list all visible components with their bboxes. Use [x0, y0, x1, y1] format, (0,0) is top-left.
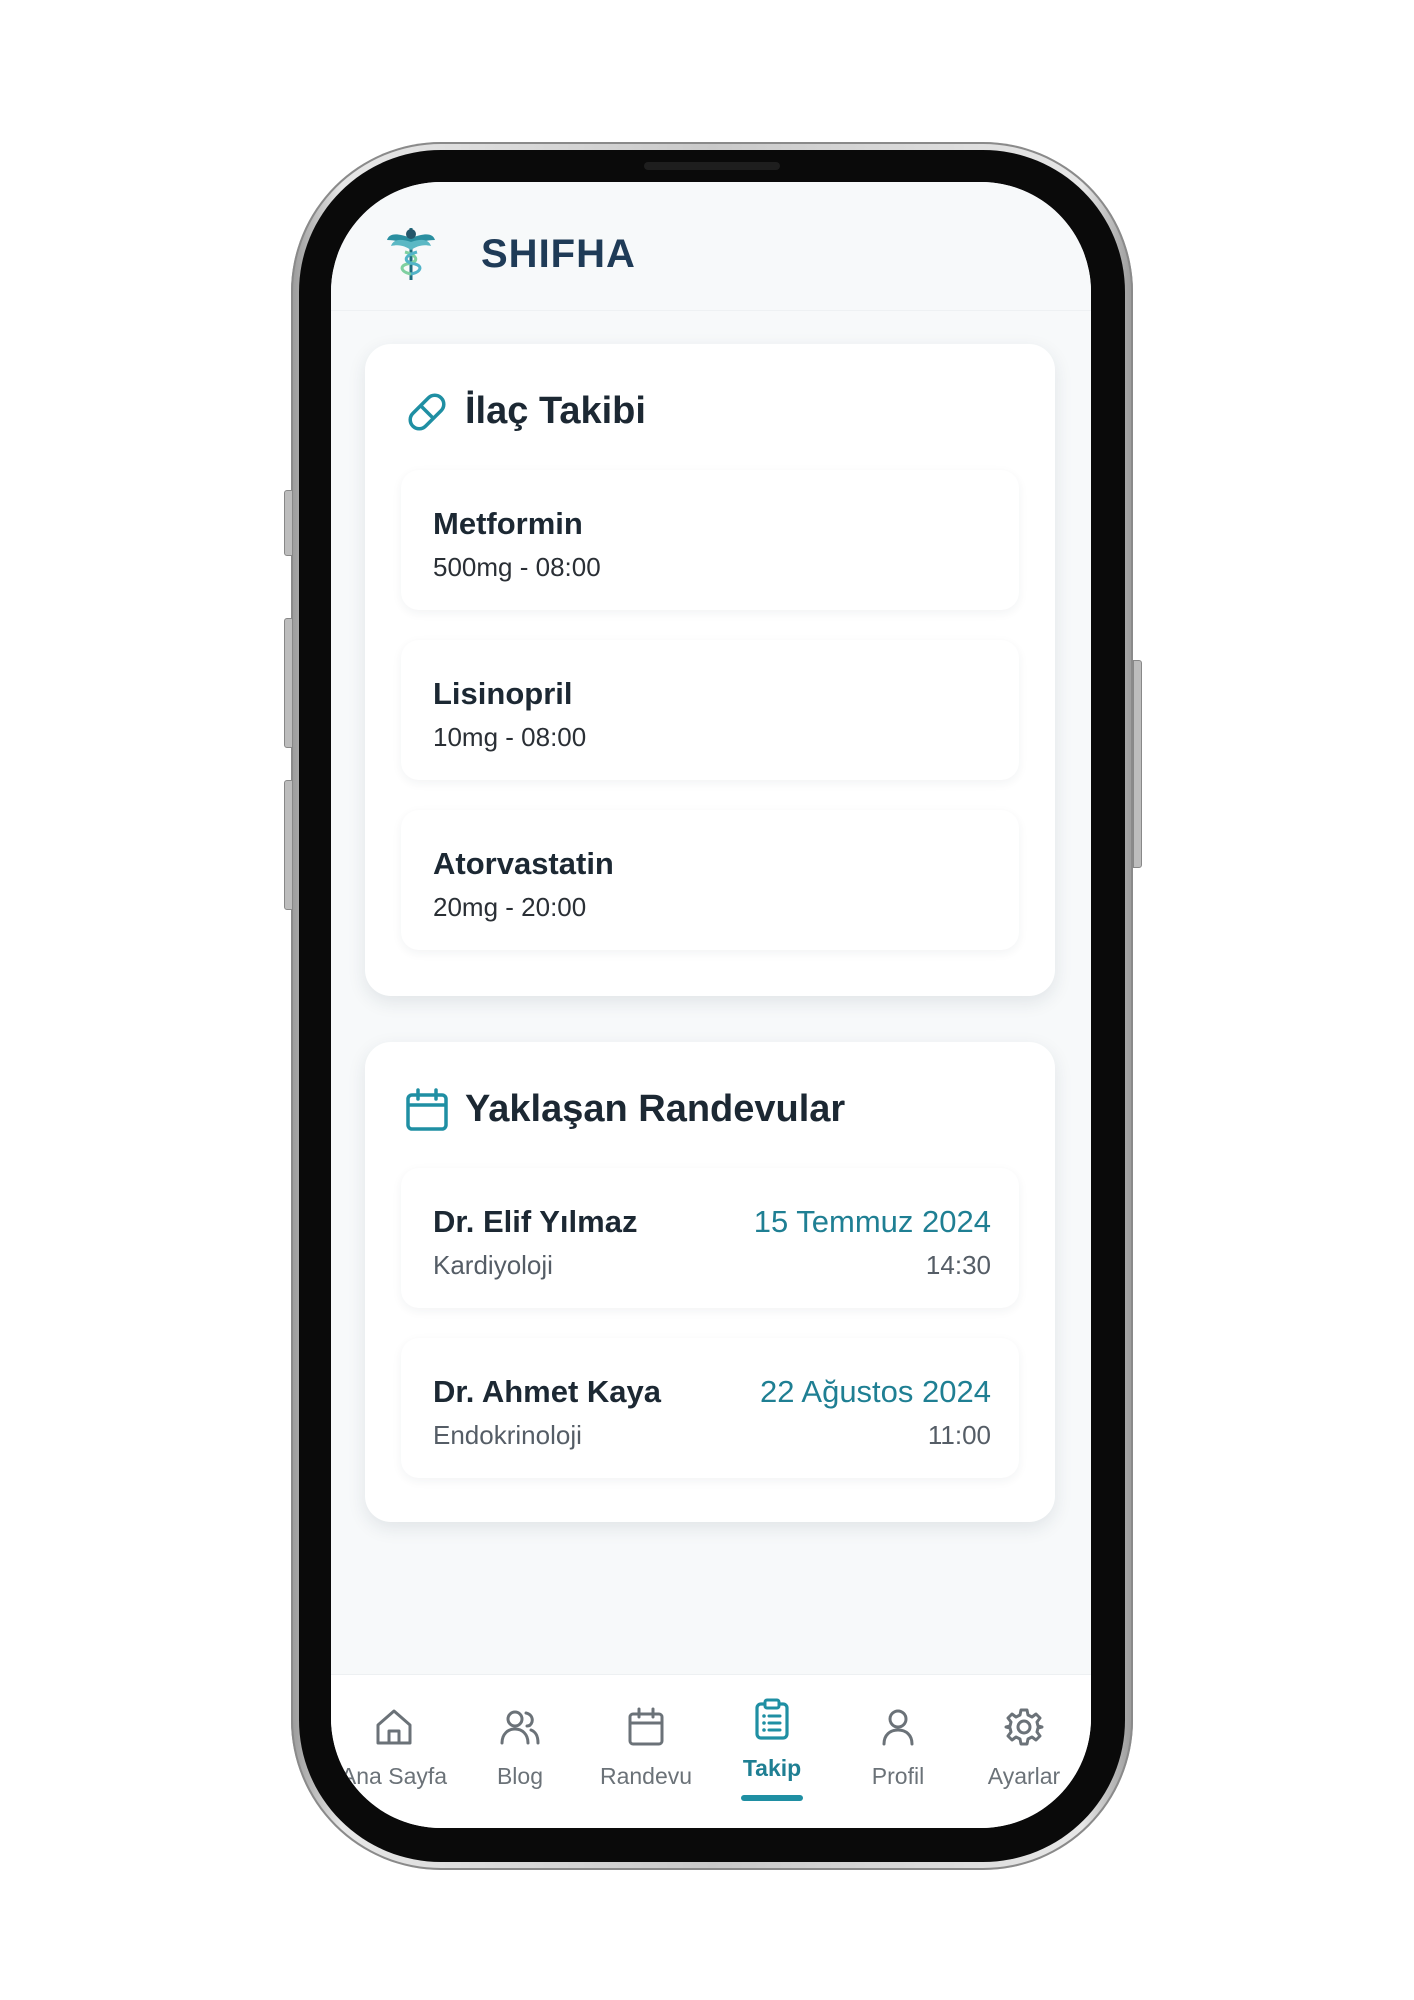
appointments-card: Yaklaşan Randevular Dr. Elif Yılmaz Kard…: [365, 1042, 1055, 1522]
calendar-icon: [628, 1707, 664, 1746]
nav-item-takip[interactable]: Takip: [709, 1675, 835, 1828]
medication-dose-time: 10mg - 08:00: [433, 722, 587, 752]
app-header: SHIFHA: [331, 182, 1091, 311]
appointment-time: 14:30: [925, 1250, 991, 1280]
user-icon: [882, 1709, 914, 1746]
medication-name: Lisinopril: [433, 676, 573, 711]
nav-item-ayarlar[interactable]: Ayarlar: [961, 1675, 1087, 1828]
calendar-icon: [406, 1088, 448, 1131]
gear-icon: [1004, 1708, 1044, 1746]
volume-up-button: [284, 618, 293, 748]
department: Endokrinoloji: [433, 1420, 582, 1450]
nav-label: Ana Sayfa: [340, 1763, 448, 1789]
doctor-name: Dr. Ahmet Kaya: [433, 1374, 661, 1409]
medication-item[interactable]: Atorvastatin 20mg - 20:00: [401, 810, 1019, 950]
active-tab-indicator: [741, 1795, 803, 1801]
users-icon: [500, 1710, 540, 1745]
nav-item-home[interactable]: Ana Sayfa: [331, 1675, 457, 1828]
pill-icon: [408, 393, 446, 431]
mute-switch: [284, 490, 293, 556]
appointment-time: 11:00: [927, 1420, 991, 1450]
appointment-item[interactable]: Dr. Ahmet Kaya Endokrinoloji 22 Ağustos …: [401, 1338, 1019, 1478]
appointment-date: 15 Temmuz 2024: [753, 1204, 991, 1239]
nav-label: Takip: [742, 1755, 802, 1781]
appointment-item[interactable]: Dr. Elif Yılmaz Kardiyoloji 15 Temmuz 20…: [401, 1168, 1019, 1308]
medication-item[interactable]: Lisinopril 10mg - 08:00: [401, 640, 1019, 780]
nav-label: Blog: [496, 1763, 544, 1789]
volume-down-button: [284, 780, 293, 910]
appointments-card-title: Yaklaşan Randevular: [465, 1088, 846, 1130]
power-button: [1133, 660, 1142, 868]
medication-card-title: İlaç Takibi: [465, 390, 646, 432]
appointment-date: 22 Ağustos 2024: [760, 1374, 991, 1409]
medication-dose-time: 20mg - 20:00: [433, 892, 587, 922]
clipboard-icon: [755, 1698, 789, 1740]
doctor-name: Dr. Elif Yılmaz: [433, 1204, 638, 1239]
medication-name: Atorvastatin: [433, 846, 614, 881]
home-icon: [376, 1709, 412, 1745]
bottom-nav: Ana Sayfa Blog Randevu Takip Profil Ayar…: [331, 1674, 1091, 1828]
medication-dose-time: 500mg - 08:00: [433, 552, 601, 582]
nav-label: Profil: [871, 1763, 925, 1789]
medication-name: Metformin: [433, 506, 583, 541]
nav-item-randevu[interactable]: Randevu: [583, 1675, 709, 1828]
caduceus-icon: [387, 228, 435, 280]
medication-card: İlaç Takibi Metformin 500mg - 08:00 Lisi…: [365, 344, 1055, 996]
nav-label: Ayarlar: [987, 1763, 1061, 1789]
nav-item-blog[interactable]: Blog: [457, 1675, 583, 1828]
nav-item-profil[interactable]: Profil: [835, 1675, 961, 1828]
brand-name: SHIFHA: [481, 232, 636, 276]
medication-item[interactable]: Metformin 500mg - 08:00: [401, 470, 1019, 610]
speaker-bar: [644, 162, 780, 170]
app-screen: SHIFHA İlaç Takibi Metformin 500mg - 08:…: [331, 182, 1091, 1828]
nav-label: Randevu: [599, 1763, 693, 1789]
department: Kardiyoloji: [433, 1250, 553, 1280]
